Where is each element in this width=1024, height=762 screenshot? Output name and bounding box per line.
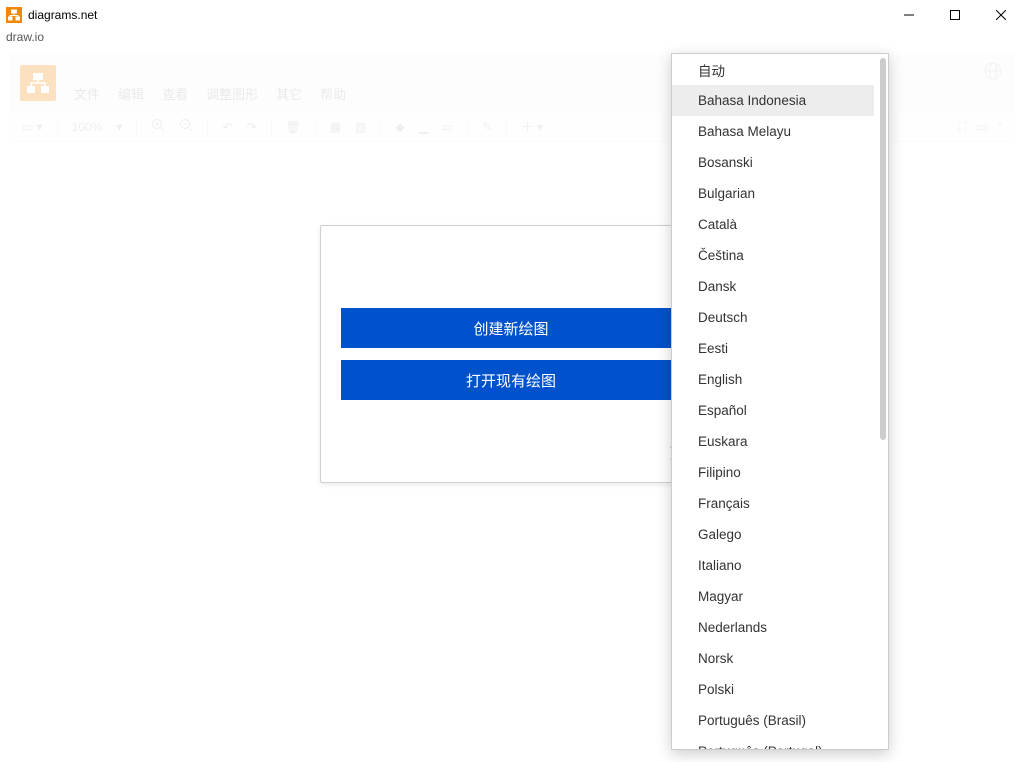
language-option[interactable]: Bulgarian xyxy=(672,178,874,209)
language-option[interactable]: Português (Brasil) xyxy=(672,705,874,736)
app-icon xyxy=(6,7,22,23)
language-option[interactable]: Español xyxy=(672,395,874,426)
create-new-diagram-button[interactable]: 创建新绘图 xyxy=(341,308,681,348)
scrollbar-thumb[interactable] xyxy=(880,58,886,440)
language-option[interactable]: Galego xyxy=(672,519,874,550)
language-option[interactable]: Norsk xyxy=(672,643,874,674)
window-titlebar: diagrams.net xyxy=(0,0,1024,30)
window-title: diagrams.net xyxy=(28,8,97,22)
maximize-button[interactable] xyxy=(932,0,978,30)
language-option[interactable]: Nederlands xyxy=(672,612,874,643)
tab-strip: draw.io xyxy=(0,30,1024,50)
language-option[interactable]: Euskara xyxy=(672,426,874,457)
language-option[interactable]: Français xyxy=(672,488,874,519)
close-button[interactable] xyxy=(978,0,1024,30)
language-dropdown[interactable]: 自动Bahasa IndonesiaBahasa MelayuBosanskiB… xyxy=(671,53,889,750)
language-option[interactable]: 自动 xyxy=(672,54,874,85)
splash-dialog: 创建新绘图 打开现有绘图 语言 xyxy=(320,225,702,483)
open-existing-diagram-button[interactable]: 打开现有绘图 xyxy=(341,360,681,400)
language-option[interactable]: English xyxy=(672,364,874,395)
language-option[interactable]: Eesti xyxy=(672,333,874,364)
language-option[interactable]: Bahasa Indonesia xyxy=(672,85,874,116)
language-option[interactable]: Filipino xyxy=(672,457,874,488)
minimize-button[interactable] xyxy=(886,0,932,30)
language-option[interactable]: Bahasa Melayu xyxy=(672,116,874,147)
language-option[interactable]: Magyar xyxy=(672,581,874,612)
language-option[interactable]: Čeština xyxy=(672,240,874,271)
language-option[interactable]: Polski xyxy=(672,674,874,705)
language-option[interactable]: Bosanski xyxy=(672,147,874,178)
language-option[interactable]: Italiano xyxy=(672,550,874,581)
language-option[interactable]: Português (Portugal) xyxy=(672,736,874,749)
tab-drawio[interactable]: draw.io xyxy=(6,30,44,44)
language-option[interactable]: Català xyxy=(672,209,874,240)
language-option[interactable]: Dansk xyxy=(672,271,874,302)
language-option[interactable]: Deutsch xyxy=(672,302,874,333)
language-list: 自动Bahasa IndonesiaBahasa MelayuBosanskiB… xyxy=(672,54,888,749)
